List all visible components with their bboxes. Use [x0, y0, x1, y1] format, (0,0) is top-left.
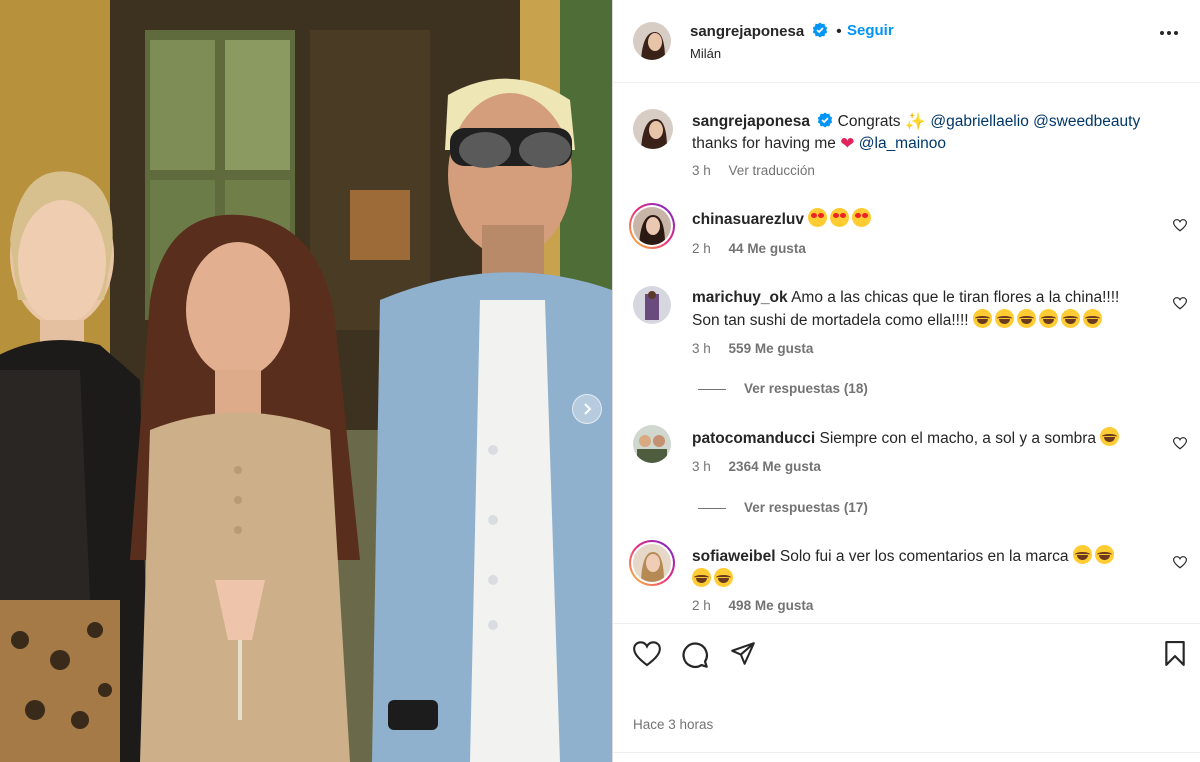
- separator-dot: •: [836, 23, 842, 40]
- comment-meta: 2 h 498 Me gusta: [692, 598, 827, 613]
- comment-likes[interactable]: 498 Me gusta: [729, 598, 814, 613]
- rofl-emoji: [1016, 309, 1036, 328]
- replies-divider: [698, 388, 726, 390]
- rofl-emoji: [972, 309, 992, 328]
- chevron-right-icon: [584, 403, 592, 415]
- comment-body: Amo a las chicas que le tiran flores a l…: [791, 289, 1120, 306]
- heart-eyes-emoji: [830, 208, 850, 227]
- comment-likes[interactable]: 2364 Me gusta: [729, 459, 821, 474]
- sparkles-icon: ✨: [904, 112, 927, 131]
- rofl-emoji: [994, 309, 1014, 328]
- laughing-emoji: [1100, 427, 1120, 446]
- heart-icon[interactable]: [633, 641, 661, 667]
- rofl-emoji: [1038, 309, 1058, 328]
- caption-line2: thanks for having me: [692, 135, 836, 152]
- red-heart-icon: ❤: [840, 134, 855, 153]
- comment-meta: 2 h 44 Me gusta: [692, 241, 820, 256]
- caption-avatar[interactable]: [633, 109, 673, 149]
- next-photo-button[interactable]: [572, 394, 602, 424]
- comment-body: Siempre con el macho, a sol y a sombra: [819, 430, 1097, 447]
- footer-divider: [613, 752, 1200, 753]
- comment-username[interactable]: patocomanducci: [692, 430, 815, 447]
- comment-meta: 3 h 559 Me gusta: [692, 341, 827, 356]
- commenter-avatar[interactable]: [633, 425, 671, 463]
- laughing-emoji: [1094, 545, 1114, 564]
- caption-congrats: Congrats: [837, 113, 901, 130]
- caption-time[interactable]: 3 h: [692, 163, 711, 178]
- laughing-emoji: [1072, 545, 1092, 564]
- comment-username[interactable]: sofiaweibel: [692, 548, 776, 565]
- heart-eyes-emoji: [808, 208, 828, 227]
- post-location[interactable]: Milán: [690, 46, 721, 61]
- post-sidebar: sangrejaponesa • Seguir Milán sangrejapo…: [612, 0, 1200, 762]
- story-ring[interactable]: [629, 540, 675, 586]
- more-options-icon[interactable]: [1159, 30, 1179, 36]
- view-replies-button[interactable]: Ver respuestas (17): [698, 500, 868, 515]
- mention-link[interactable]: @gabriellaelio: [930, 113, 1028, 130]
- commenter-avatar: [633, 544, 671, 582]
- comment-text: sofiaweibel Solo fui a ver los comentari…: [692, 545, 1162, 591]
- caption-username[interactable]: sangrejaponesa: [692, 113, 810, 130]
- view-replies-label: Ver respuestas (18): [744, 381, 868, 396]
- rofl-emoji: [1082, 309, 1102, 328]
- follow-button[interactable]: Seguir: [847, 22, 894, 39]
- caption-meta: 3 h Ver traducción: [692, 163, 829, 178]
- comment-time[interactable]: 2 h: [692, 241, 711, 256]
- caption-text: sangrejaponesa Congrats ✨ @gabriellaelio…: [692, 111, 1162, 155]
- story-ring[interactable]: [629, 203, 675, 249]
- comment-time[interactable]: 2 h: [692, 598, 711, 613]
- paper-plane-icon[interactable]: [729, 641, 757, 667]
- post-photo[interactable]: [0, 0, 612, 762]
- mention-link[interactable]: @la_mainoo: [859, 135, 946, 152]
- comment-likes[interactable]: 559 Me gusta: [729, 341, 814, 356]
- comment-time[interactable]: 3 h: [692, 459, 711, 474]
- laughing-emoji: [692, 568, 711, 587]
- heart-icon[interactable]: [1173, 437, 1187, 450]
- translate-button[interactable]: Ver traducción: [729, 163, 815, 178]
- comment-body: Solo fui a ver los comentarios en la mar…: [779, 548, 1069, 565]
- comment-likes[interactable]: 44 Me gusta: [729, 241, 806, 256]
- comment-time[interactable]: 3 h: [692, 341, 711, 356]
- heart-eyes-emoji: [852, 208, 872, 227]
- view-replies-button[interactable]: Ver respuestas (18): [698, 381, 868, 396]
- heart-icon[interactable]: [1173, 297, 1187, 310]
- verified-badge-icon: [818, 112, 833, 128]
- commenter-avatar: [633, 207, 671, 245]
- bookmark-icon[interactable]: [1163, 641, 1187, 667]
- verified-badge-icon: [812, 22, 827, 38]
- author-username[interactable]: sangrejaponesa: [690, 23, 804, 40]
- photo-image: [0, 0, 612, 762]
- post-header: sangrejaponesa • Seguir Milán: [613, 0, 1200, 83]
- rofl-emoji: [1060, 309, 1080, 328]
- author-username-row: sangrejaponesa •: [690, 22, 842, 41]
- post-time-ago[interactable]: Hace 3 horas: [633, 717, 713, 732]
- mention-link[interactable]: @sweedbeauty: [1033, 113, 1140, 130]
- comment-username[interactable]: chinasuarezluv: [692, 211, 804, 228]
- author-avatar[interactable]: [633, 22, 671, 60]
- heart-icon[interactable]: [1173, 556, 1187, 569]
- heart-icon[interactable]: [1173, 219, 1187, 232]
- post-actions: Hace 3 horas: [613, 623, 1200, 753]
- comment-bubble-icon[interactable]: [681, 641, 709, 669]
- comment-body-line2: Son tan sushi de mortadela como ella!!!!: [692, 312, 969, 329]
- laughing-emoji: [714, 568, 733, 587]
- comment-text: marichuy_ok Amo a las chicas que le tira…: [692, 287, 1162, 332]
- replies-divider: [698, 507, 726, 509]
- view-replies-label: Ver respuestas (17): [744, 500, 868, 515]
- comment-text: chinasuarezluv: [692, 208, 1162, 231]
- comment-text: patocomanducci Siempre con el macho, a s…: [692, 427, 1162, 450]
- comment-meta: 3 h 2364 Me gusta: [692, 459, 835, 474]
- comment-username[interactable]: marichuy_ok: [692, 289, 788, 306]
- commenter-avatar[interactable]: [633, 286, 671, 324]
